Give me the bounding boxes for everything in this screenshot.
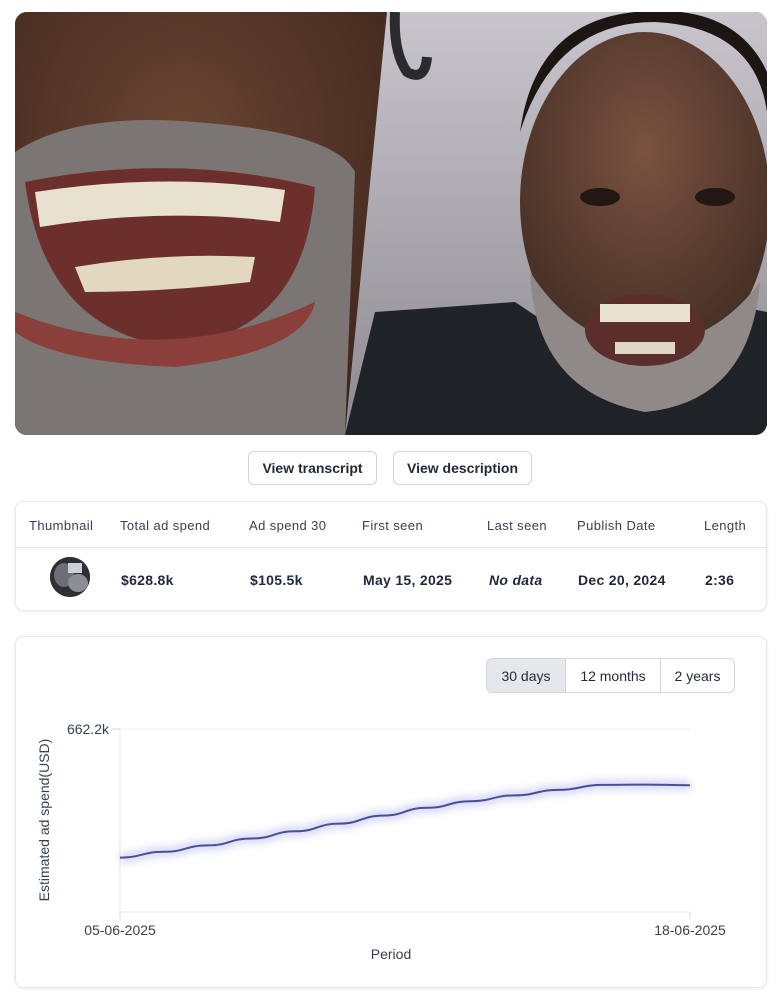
video-frame-image bbox=[15, 12, 767, 435]
y-tick-label: 662.2k bbox=[67, 721, 110, 737]
x-axis-title: Period bbox=[371, 946, 411, 962]
view-transcript-button[interactable]: View transcript bbox=[248, 451, 377, 485]
x-tick-label-end: 18-06-2025 bbox=[654, 922, 726, 938]
stats-table: Thumbnail Total ad spend Ad spend 30 Fir… bbox=[15, 501, 767, 611]
x-tick-label-start: 05-06-2025 bbox=[84, 922, 156, 938]
thumbnail-image[interactable] bbox=[50, 557, 90, 597]
length-value: 2:36 bbox=[705, 572, 735, 588]
publish-date-value: Dec 20, 2024 bbox=[578, 572, 666, 588]
ad-spend-line-chart: 662.2k 05-06-2025 18-06-2025 Period Esti… bbox=[36, 721, 726, 962]
last-seen-value: No data bbox=[489, 572, 543, 588]
ad-spend-chart-card: 30 days 12 months 2 years 662.2k 05-06-2… bbox=[15, 636, 767, 988]
header-total-ad-spend: Total ad spend bbox=[120, 518, 211, 533]
ad-spend-30-value: $105.5k bbox=[250, 572, 303, 588]
first-seen-value: May 15, 2025 bbox=[363, 572, 453, 588]
total-ad-spend-value: $628.8k bbox=[121, 572, 174, 588]
header-length: Length bbox=[704, 518, 747, 533]
header-thumbnail: Thumbnail bbox=[29, 518, 94, 533]
header-first-seen: First seen bbox=[362, 518, 424, 533]
header-last-seen: Last seen bbox=[487, 518, 547, 533]
action-buttons: View transcript View description bbox=[0, 451, 780, 485]
series-line-glow bbox=[119, 779, 691, 863]
video-preview[interactable] bbox=[15, 12, 767, 435]
header-publish-date: Publish Date bbox=[577, 518, 656, 533]
stats-header-row: Thumbnail Total ad spend Ad spend 30 Fir… bbox=[16, 502, 766, 548]
view-description-button[interactable]: View description bbox=[393, 451, 532, 485]
y-axis-title: Estimated ad spend(USD) bbox=[36, 739, 52, 902]
header-ad-spend-30: Ad spend 30 bbox=[249, 518, 327, 533]
